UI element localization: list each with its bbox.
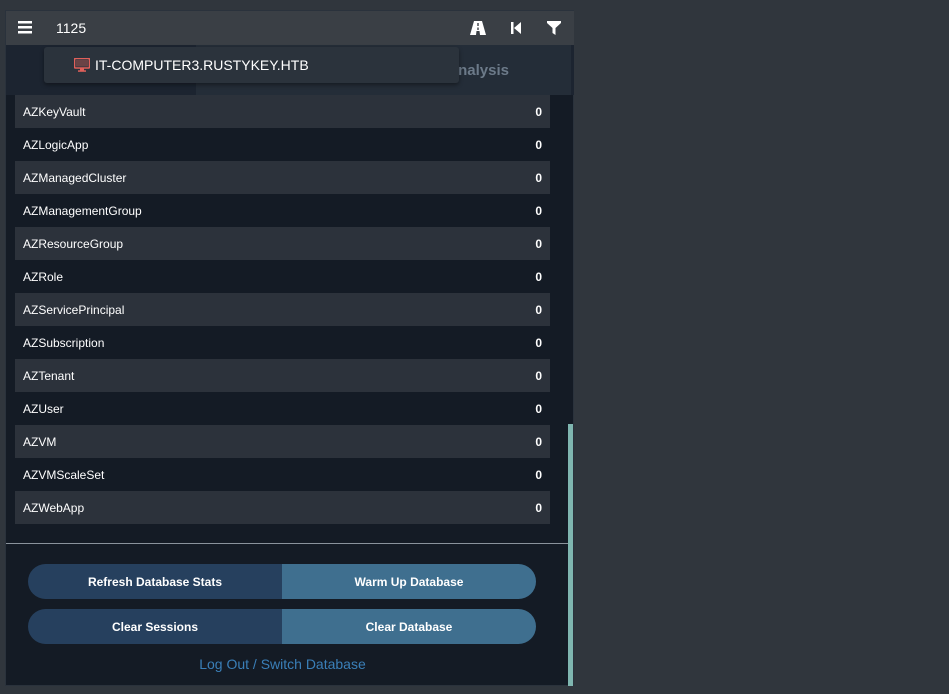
top-bar: 1125 bbox=[6, 11, 574, 45]
row-label: AZVMScaleSet bbox=[23, 467, 105, 482]
row-value: 0 bbox=[535, 137, 542, 152]
table-row: AZWebApp 0 bbox=[15, 491, 550, 524]
row-label: AZManagementGroup bbox=[23, 203, 142, 218]
row-value: 0 bbox=[535, 335, 542, 350]
row-label: AZWebApp bbox=[23, 500, 85, 515]
row-value: 0 bbox=[535, 302, 542, 317]
row-value: 0 bbox=[535, 236, 542, 251]
node-count-title: 1125 bbox=[56, 20, 87, 36]
scrollbar[interactable] bbox=[568, 424, 573, 686]
clear-sessions-button[interactable]: Clear Sessions bbox=[28, 609, 282, 644]
logout-link[interactable]: Log Out / Switch Database bbox=[6, 656, 559, 672]
row-value: 0 bbox=[535, 170, 542, 185]
node-tooltip: IT-COMPUTER3.RUSTYKEY.HTB bbox=[44, 47, 459, 83]
row-label: AZLogicApp bbox=[23, 137, 89, 152]
table-row: AZManagementGroup 0 bbox=[15, 194, 550, 227]
pathfinding-icon[interactable] bbox=[469, 19, 487, 37]
tab-analysis-label: nalysis bbox=[458, 61, 509, 79]
table-row: AZTenant 0 bbox=[15, 359, 550, 392]
row-value: 0 bbox=[535, 401, 542, 416]
table-row: AZManagedCluster 0 bbox=[15, 161, 550, 194]
row-label: AZTenant bbox=[23, 368, 75, 383]
table-row: AZSubscription 0 bbox=[15, 326, 550, 359]
row-value: 0 bbox=[535, 434, 542, 449]
refresh-database-stats-button[interactable]: Refresh Database Stats bbox=[28, 564, 282, 599]
table-row: AZVMScaleSet 0 bbox=[15, 458, 550, 491]
table-row: AZUser 0 bbox=[15, 392, 550, 425]
row-label: AZVM bbox=[23, 434, 57, 449]
menu-icon[interactable] bbox=[18, 19, 32, 35]
table-row: AZKeyVault 0 bbox=[15, 95, 550, 128]
warm-up-database-button[interactable]: Warm Up Database bbox=[282, 564, 536, 599]
row-label: AZServicePrincipal bbox=[23, 302, 125, 317]
tabs-row: nalysis IT-COMPUTER3.RUSTYKEY.HTB bbox=[6, 45, 574, 95]
row-label: AZRole bbox=[23, 269, 64, 284]
row-label: AZManagedCluster bbox=[23, 170, 127, 185]
row-value: 0 bbox=[535, 269, 542, 284]
table-row: AZServicePrincipal 0 bbox=[15, 293, 550, 326]
table-row: AZLogicApp 0 bbox=[15, 128, 550, 161]
back-icon[interactable] bbox=[507, 19, 525, 37]
row-value: 0 bbox=[535, 104, 542, 119]
row-value: 0 bbox=[535, 368, 542, 383]
table-row: AZRole 0 bbox=[15, 260, 550, 293]
stats-table: AZKeyVault 0 AZLogicApp 0 AZManagedClust… bbox=[15, 95, 550, 524]
row-value: 0 bbox=[535, 203, 542, 218]
row-label: AZKeyVault bbox=[23, 104, 86, 119]
computer-icon bbox=[73, 57, 91, 72]
row-label: AZUser bbox=[23, 401, 64, 416]
database-actions-top: Refresh Database Stats Warm Up Database bbox=[28, 564, 536, 599]
clear-database-button[interactable]: Clear Database bbox=[282, 609, 536, 644]
row-value: 0 bbox=[535, 500, 542, 515]
row-label: AZResourceGroup bbox=[23, 236, 124, 251]
database-actions-bottom: Clear Sessions Clear Database bbox=[28, 609, 536, 644]
table-row: AZVM 0 bbox=[15, 425, 550, 458]
divider bbox=[6, 543, 569, 544]
row-value: 0 bbox=[535, 467, 542, 482]
tooltip-label: IT-COMPUTER3.RUSTYKEY.HTB bbox=[95, 57, 309, 73]
database-info-panel: 1125 nalysis IT-COMPUTER3.RUSTYKEY.HTB A… bbox=[5, 10, 574, 686]
table-row: AZResourceGroup 0 bbox=[15, 227, 550, 260]
filter-icon[interactable] bbox=[545, 19, 563, 37]
row-label: AZSubscription bbox=[23, 335, 105, 350]
